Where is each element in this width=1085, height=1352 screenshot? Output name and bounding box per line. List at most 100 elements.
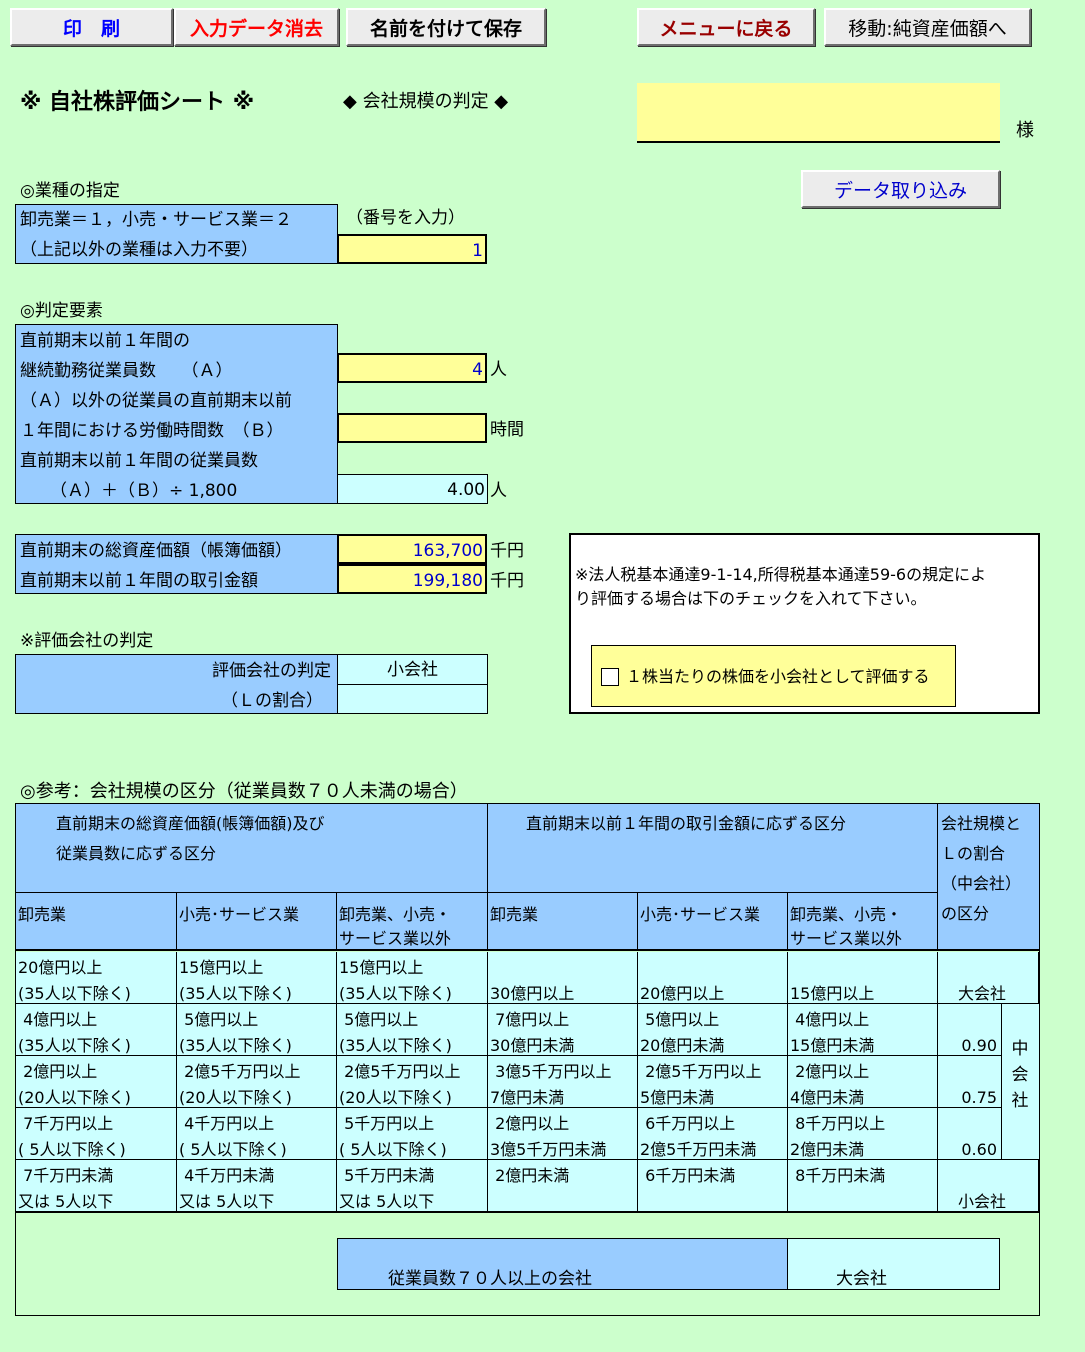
- result-label-box: 評価会社の判定 （Ｌの割合）: [15, 654, 338, 714]
- ref-cell: 2億5千万円以上 (20人以下除く): [177, 1056, 337, 1108]
- ref-subheader-line: 卸売業: [18, 905, 67, 924]
- ref-cell: 15億円以上 (35人以下除く): [337, 952, 488, 1004]
- industry-label-line1: 卸売業＝１，小売・サービス業＝２: [20, 210, 292, 230]
- ref-cell: 5億円以上 (35人以下除く): [177, 1004, 337, 1056]
- ref-cell: 2億円以上 4億円未満: [788, 1056, 938, 1108]
- ref-cell: 3億5千万円以上 7億円未満: [488, 1056, 638, 1108]
- small-company-checkbox-label: １株当たりの株価を小会社として評価する: [626, 667, 930, 686]
- ref-cell-line: (20人以下除く): [18, 1088, 131, 1107]
- ref-cell-line: 7億円以上: [490, 1010, 570, 1029]
- ref-cell: 2億円以上 3億5千万円未満: [488, 1108, 638, 1160]
- ref-cell: 7億円以上 30億円未満: [488, 1004, 638, 1056]
- ref-cell-line: 30億円未満: [490, 1036, 575, 1055]
- ref-cell-line: 7千万円以上: [18, 1114, 114, 1133]
- ref-cell: 8千万円未満: [788, 1160, 938, 1212]
- ref-group1-line1: 直前期末の総資産価額(帳簿価額)及び: [56, 814, 325, 833]
- ref-subheader-line: 卸売業、小売・: [790, 905, 903, 924]
- ref-cell-line: 5億円以上: [640, 1010, 720, 1029]
- industry-heading: ◎業種の指定: [20, 181, 120, 201]
- ref-cell: 20億円以上 (35人以下除く): [16, 952, 177, 1004]
- reference-table: 直前期末の総資産価額(帳簿価額)及び 従業員数に応ずる区分 直前期末以前１年間の…: [15, 803, 1040, 1316]
- industry-code-input[interactable]: 1: [337, 234, 487, 264]
- ref-over70-label: 従業員数７０人以上の会社: [388, 1269, 592, 1289]
- ref-middle-company-char: 会: [1011, 1065, 1029, 1085]
- ref-subheader-line: 卸売業、小売・: [339, 905, 452, 924]
- ref-cell: 30億円以上: [488, 952, 638, 1004]
- factors-label-box: 直前期末以前１年間の 継続勤務従業員数 （Ａ） （Ａ）以外の従業員の直前期末以前…: [15, 324, 338, 504]
- ref-ratio-value: 0.75: [961, 1088, 997, 1107]
- section-subtitle: ◆ 会社規模の判定 ◆: [343, 91, 509, 112]
- ref-subheader-line: 小売･サービス業: [640, 905, 761, 924]
- ref-bottom-area: [16, 1212, 1039, 1213]
- ref-size-value: 大会社: [958, 984, 1007, 1003]
- ref-cell-line: 2億円以上: [790, 1062, 870, 1081]
- ref-cell-line: 6千万円未満: [640, 1166, 736, 1185]
- ref-group1-header: 直前期末の総資産価額(帳簿価額)及び 従業員数に応ずる区分: [16, 804, 488, 893]
- ref-ratio-value: 0.60: [961, 1140, 997, 1159]
- ref-cell-line: (20人以下除く): [339, 1088, 452, 1107]
- ref-cell-line: 4億円未満: [790, 1088, 865, 1107]
- ref-middle-company-cell: 中会社: [1001, 1004, 1039, 1160]
- move-net-assets-button[interactable]: 移動:純資産価額へ: [824, 8, 1031, 46]
- print-button[interactable]: 印 刷: [10, 8, 173, 46]
- clear-data-button[interactable]: 入力データ消去: [174, 8, 339, 46]
- small-company-checkbox[interactable]: [601, 668, 619, 686]
- save-as-button[interactable]: 名前を付けて保存: [346, 8, 546, 46]
- ref-subheader-1: 卸売業: [16, 893, 177, 951]
- ref-cell-line: 5千万円以上: [339, 1114, 435, 1133]
- result-heading: ※評価会社の判定: [20, 631, 154, 651]
- ref-cell-line: 5億円未満: [640, 1088, 715, 1107]
- ref-cell-line: ( 5人以下除く): [339, 1140, 447, 1159]
- ref-cell-line: 5億円以上: [179, 1010, 259, 1029]
- ref-cell-line: 7億円未満: [490, 1088, 565, 1107]
- menu-button[interactable]: メニューに戻る: [637, 8, 815, 46]
- total-assets-input[interactable]: 163,700: [337, 534, 487, 564]
- ref-cell-line: 20億円未満: [640, 1036, 725, 1055]
- ref-cell-line: 5千万円未満: [339, 1166, 435, 1185]
- ref-subheader-line: 小売･サービス業: [179, 905, 300, 924]
- ref-cell-line: 30億円以上: [490, 984, 575, 1003]
- ref-cell-line: (35人以下除く): [179, 984, 292, 1003]
- ref-cell: 15億円以上: [788, 952, 938, 1004]
- hours-b-input[interactable]: [337, 413, 487, 443]
- ref-over70-value: 大会社: [836, 1269, 887, 1289]
- ref-size-cell: 0.90: [938, 1004, 1001, 1056]
- ref-cell-line: 又は 5人以下: [339, 1192, 435, 1211]
- ref-cell-line: 2億5千万円以上: [640, 1062, 762, 1081]
- ref-subheader-6: 卸売業、小売・ サービス業以外: [788, 893, 938, 951]
- employees-total-value: 4.00: [337, 474, 488, 504]
- ref-cell-line: 4千万円未満: [179, 1166, 275, 1185]
- ref-subheader-line: サービス業以外: [790, 929, 903, 948]
- ref-cell-line: 6千万円以上: [640, 1114, 736, 1133]
- ref-group3-line1: 会社規模と: [941, 814, 1022, 833]
- ref-cell: 5億円以上 20億円未満: [638, 1004, 788, 1056]
- company-name-field[interactable]: [637, 83, 1000, 143]
- sales-amount-unit: 千円: [490, 571, 524, 591]
- hours-b-label-line1: （Ａ）以外の従業員の直前期末以前: [20, 391, 292, 411]
- employees-a-input[interactable]: 4: [337, 353, 487, 383]
- ref-cell-line: 3億5千万円以上: [490, 1062, 612, 1081]
- ref-cell-line: 15億円未満: [790, 1036, 875, 1055]
- ref-cell-line: 5億円以上: [339, 1010, 419, 1029]
- employees-a-label-line1: 直前期末以前１年間の: [20, 331, 190, 351]
- ref-group3-line4: の区分: [941, 904, 990, 923]
- ref-cell-line: 15億円以上: [790, 984, 875, 1003]
- employees-a-unit: 人: [490, 360, 507, 380]
- ref-cell-line: ( 5人以下除く): [179, 1140, 287, 1159]
- ref-cell-line: 8千万円以上: [790, 1114, 886, 1133]
- ref-size-cell: 0.60: [938, 1108, 1001, 1160]
- ref-group3-line2: Ｌの割合: [941, 844, 1006, 863]
- data-import-button[interactable]: データ取り込み: [801, 170, 1000, 208]
- sales-amount-input[interactable]: 199,180: [337, 564, 487, 594]
- ref-cell-line: 2億円未満: [790, 1140, 865, 1159]
- small-company-checkbox-area[interactable]: １株当たりの株価を小会社として評価する: [591, 645, 956, 707]
- ref-over70-label-cell: 従業員数７０人以上の会社: [337, 1238, 788, 1290]
- ref-cell: 8千万円以上 2億円未満: [788, 1108, 938, 1160]
- ref-cell-line: 4千万円以上: [179, 1114, 275, 1133]
- ref-cell: 2億5千万円以上 5億円未満: [638, 1056, 788, 1108]
- employees-total-label-line1: 直前期末以前１年間の従業員数: [20, 451, 258, 471]
- ref-cell-line: 2億円以上: [18, 1062, 98, 1081]
- factors-heading: ◎判定要素: [20, 301, 103, 321]
- ref-cell-line: 4億円以上: [18, 1010, 98, 1029]
- ref-cell-line: 15億円以上: [339, 958, 424, 977]
